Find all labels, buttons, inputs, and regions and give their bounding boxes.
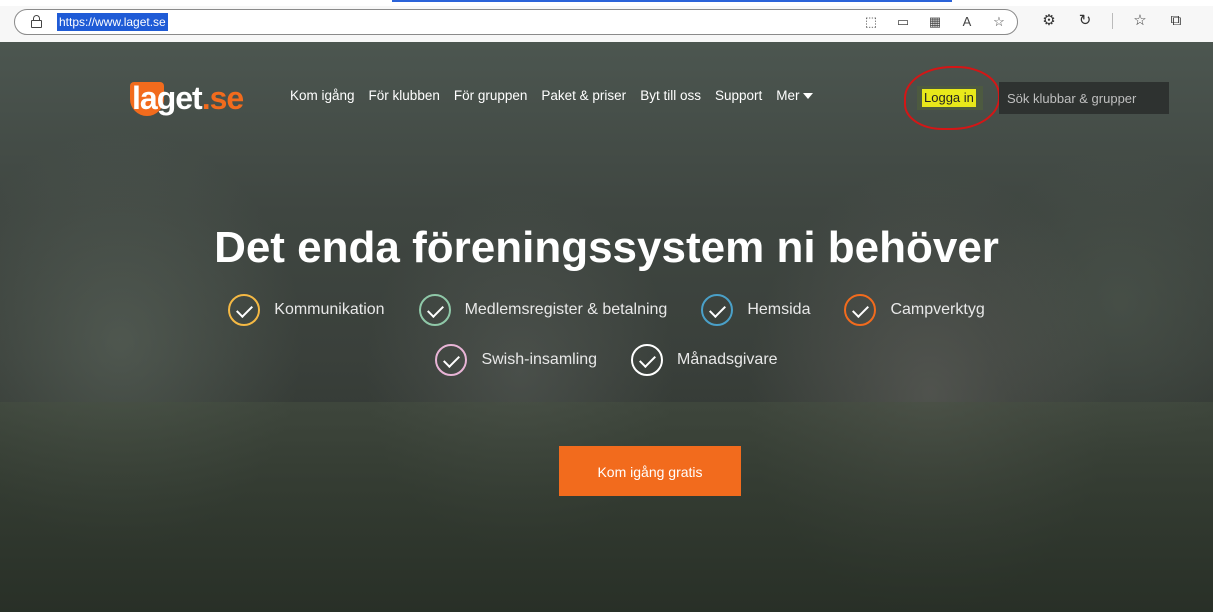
- feature-label: Swish-insamling: [481, 351, 598, 368]
- check-circle-icon: [844, 294, 877, 326]
- nav-for-gruppen[interactable]: För gruppen: [454, 86, 528, 106]
- tab-strip: [0, 0, 1213, 6]
- nav-byt-till-oss[interactable]: Byt till oss: [640, 86, 701, 106]
- extension-icon[interactable]: ⚙: [1040, 12, 1058, 30]
- main-nav: Kom igång För klubben För gruppen Paket …: [290, 86, 827, 106]
- nav-paket-priser[interactable]: Paket & priser: [541, 86, 626, 106]
- search-input[interactable]: [999, 82, 1169, 114]
- hero-headline: Det enda föreningssystem ni behöver: [214, 223, 999, 272]
- nav-for-klubben[interactable]: För klubben: [369, 86, 440, 106]
- refresh-icon[interactable]: ↻: [1076, 12, 1094, 30]
- browser-toolbar: https://www.laget.se ⬚ ▭ ▦ A ☆ ⚙ ↻ ☆ ⧉: [0, 0, 1213, 42]
- nav-support[interactable]: Support: [715, 86, 762, 106]
- feature-item: Campverktyg: [844, 294, 985, 326]
- check-circle-icon: [228, 294, 261, 326]
- devices-icon[interactable]: ▭: [895, 15, 911, 29]
- nav-more-label: Mer: [776, 88, 800, 103]
- check-circle-icon: [631, 344, 664, 376]
- hero-section: laget.se Kom igång För klubben För grupp…: [0, 42, 1213, 612]
- logo-word: laget: [132, 80, 203, 116]
- favorites-icon[interactable]: ☆: [1131, 12, 1149, 30]
- qr-code-icon[interactable]: ▦: [927, 15, 943, 29]
- check-circle-icon: [701, 294, 734, 326]
- search-box[interactable]: [999, 82, 1169, 114]
- feature-item: Medlemsregister & betalning: [418, 294, 668, 326]
- lock-icon[interactable]: [31, 15, 42, 28]
- favorite-star-icon[interactable]: ☆: [991, 15, 1007, 29]
- feature-label: Kommunikation: [274, 301, 385, 318]
- url-text[interactable]: https://www.laget.se: [57, 13, 168, 31]
- nav-kom-igang[interactable]: Kom igång: [290, 86, 355, 106]
- feature-label: Campverktyg: [890, 301, 985, 318]
- read-aloud-icon[interactable]: A: [959, 15, 975, 29]
- address-bar[interactable]: https://www.laget.se ⬚ ▭ ▦ A ☆: [14, 9, 1018, 35]
- get-started-button[interactable]: Kom igång gratis: [559, 446, 741, 496]
- collections-icon[interactable]: ⧉: [1167, 12, 1185, 30]
- red-annotation-circle: [904, 66, 1000, 130]
- feature-label: Månadsgivare: [677, 351, 778, 368]
- nav-more[interactable]: Mer: [776, 86, 813, 106]
- caret-down-icon: [802, 93, 813, 100]
- feature-item: Månadsgivare: [631, 344, 778, 376]
- toolbar-divider: [1112, 13, 1113, 29]
- hero-background-field: [0, 402, 1213, 612]
- check-circle-icon: [435, 344, 468, 376]
- selection-line: [392, 0, 952, 2]
- feature-label: Hemsida: [747, 301, 811, 318]
- app-available-icon[interactable]: ⬚: [863, 15, 879, 29]
- feature-item: Kommunikation: [228, 294, 385, 326]
- check-circle-icon: [418, 294, 451, 326]
- feature-label: Medlemsregister & betalning: [464, 301, 668, 318]
- feature-item: Hemsida: [701, 294, 810, 326]
- feature-item: Swish-insamling: [435, 344, 597, 376]
- feature-list: Kommunikation Medlemsregister & betalning…: [0, 294, 1213, 394]
- logo-tld: .se: [201, 80, 244, 116]
